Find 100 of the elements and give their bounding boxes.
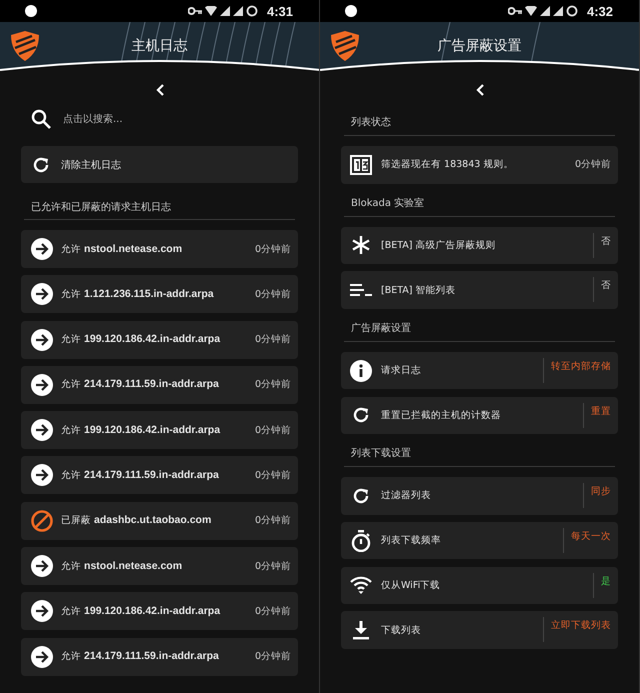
arrow-right-icon <box>31 555 53 578</box>
log-entry[interactable]: 允许 nstool.netease.com 0分钟前 <box>21 547 298 586</box>
log-time: 0分钟前 <box>254 333 291 346</box>
lines-icon <box>350 283 372 298</box>
log-entry[interactable]: 允许 214.179.111.59.in-addr.arpa 0分钟前 <box>21 366 298 404</box>
setting-value[interactable]: 同步 <box>583 483 611 508</box>
setting-label: 列表下载频率 <box>381 534 442 548</box>
shield-logo-icon <box>10 30 40 62</box>
settings-row[interactable]: [BETA] 高级广告屏蔽规则 否 <box>341 226 618 264</box>
ring-icon <box>246 5 258 17</box>
notification-dot-icon <box>25 5 37 17</box>
key-icon <box>508 7 522 15</box>
setting-value[interactable]: 是 <box>593 572 611 598</box>
update-time: 0分钟前 <box>574 158 611 172</box>
log-entry[interactable]: 已屏蔽 adashbc.ut.taobao.com 0分钟前 <box>21 502 298 540</box>
log-text: 允许 nstool.netease.com <box>61 560 184 573</box>
section-title: 列表状态 <box>350 116 392 130</box>
settings-row[interactable]: 下载列表 立即下载列表 <box>341 611 618 649</box>
arrow-right-icon <box>31 238 53 260</box>
settings-row[interactable]: 仅从WiFi下载 是 <box>341 566 618 604</box>
setting-value[interactable]: 否 <box>593 277 611 302</box>
log-entry[interactable]: 允许 214.179.111.59.in-addr.arpa 0分钟前 <box>21 638 298 676</box>
clock-time: 4:31 <box>266 4 293 18</box>
log-text: 允许 199.120.186.42.in-addr.arpa <box>61 604 222 618</box>
wifi-icon <box>524 6 537 16</box>
setting-value[interactable]: 转至内部存储 <box>543 358 611 383</box>
arrow-right-icon <box>31 283 53 306</box>
setting-label: [BETA] 智能列表 <box>381 284 457 297</box>
arrow-right-icon <box>31 328 53 351</box>
arrow-right-icon <box>31 600 53 622</box>
log-text: 允许 214.179.111.59.in-addr.arpa <box>61 468 220 482</box>
log-time: 0分钟前 <box>254 378 291 392</box>
setting-label: 过滤器列表 <box>381 489 432 502</box>
log-time: 0分钟前 <box>254 650 291 664</box>
search-field[interactable]: 点击以搜索... <box>61 112 265 126</box>
arrow-right-icon <box>31 374 53 396</box>
settings-row[interactable]: [BETA] 智能列表 否 <box>341 271 618 309</box>
log-entry[interactable]: 允许 199.120.186.42.in-addr.arpa 0分钟前 <box>21 411 298 450</box>
log-entry[interactable]: 允许 1.121.236.115.in-addr.arpa 0分钟前 <box>21 275 298 314</box>
log-entry[interactable]: 允许 199.120.186.42.in-addr.arpa 0分钟前 <box>21 592 298 630</box>
log-text: 允许 214.179.111.59.in-addr.arpa <box>61 378 220 392</box>
chevron-left-icon <box>156 84 164 96</box>
section-title: Blokada 实验室 <box>350 196 426 210</box>
log-time: 0分钟前 <box>254 560 291 573</box>
setting-value[interactable]: 每天一次 <box>563 528 611 553</box>
setting-value[interactable]: 重置 <box>583 402 611 428</box>
signal-icon <box>220 6 230 16</box>
settings-row[interactable]: 重置已拦截的主机的计数器 重置 <box>341 396 618 434</box>
clear-log-button[interactable]: 清除主机日志 <box>21 146 298 183</box>
setting-label: [BETA] 高级广告屏蔽规则 <box>381 238 497 252</box>
key-icon <box>188 7 202 15</box>
arrow-right-icon <box>31 419 53 442</box>
stopwatch-icon <box>351 530 371 552</box>
log-text: 允许 nstool.netease.com <box>61 242 184 256</box>
download-icon <box>352 620 370 640</box>
wifi-icon <box>349 576 373 594</box>
log-text: 允许 199.120.186.42.in-addr.arpa <box>61 333 222 346</box>
wifi-icon <box>204 6 217 16</box>
signal-icon <box>232 6 243 16</box>
setting-label: 筛选器现在有 183843 规则。 <box>381 158 514 172</box>
section-title: 已允许和已屏蔽的请求主机日志 <box>30 200 172 215</box>
clock-time: 4:32 <box>586 4 613 18</box>
screen-title: 广告屏蔽设置 <box>438 36 522 54</box>
log-time: 0分钟前 <box>254 514 291 528</box>
setting-value[interactable]: 立即下载列表 <box>543 617 611 642</box>
signal-icon <box>540 6 550 16</box>
section-title: 广告屏蔽设置 <box>350 322 412 336</box>
log-time: 0分钟前 <box>254 424 291 437</box>
setting-label: 请求日志 <box>381 364 422 378</box>
settings-row[interactable]: 请求日志 转至内部存储 <box>341 352 618 390</box>
log-time: 0分钟前 <box>254 604 291 618</box>
settings-row[interactable]: 筛选器现在有 183843 规则。 0分钟前 <box>341 146 618 184</box>
counter-icon <box>350 154 372 175</box>
info-icon <box>350 360 372 382</box>
setting-value[interactable]: 否 <box>593 232 611 258</box>
chevron-left-icon <box>476 84 484 96</box>
settings-row[interactable]: 过滤器列表 同步 <box>341 477 618 515</box>
log-time: 0分钟前 <box>254 468 291 482</box>
shield-logo-icon <box>330 30 360 62</box>
log-time: 0分钟前 <box>254 288 291 301</box>
setting-label: 下载列表 <box>381 624 422 637</box>
screen-title: 主机日志 <box>132 36 188 54</box>
log-entry[interactable]: 允许 214.179.111.59.in-addr.arpa 0分钟前 <box>21 456 298 494</box>
log-text: 已屏蔽 adashbc.ut.taobao.com <box>61 514 212 528</box>
log-text: 允许 214.179.111.59.in-addr.arpa <box>61 650 220 664</box>
arrow-right-icon <box>31 464 53 486</box>
log-text: 允许 199.120.186.42.in-addr.arpa <box>61 424 222 437</box>
section-title: 列表下载设置 <box>350 446 412 462</box>
blocked-icon <box>31 510 53 532</box>
search-icon <box>31 109 51 129</box>
log-entry[interactable]: 允许 nstool.netease.com 0分钟前 <box>21 230 298 268</box>
arrow-right-icon <box>31 646 53 668</box>
signal-icon <box>552 6 563 16</box>
asterisk-icon <box>351 235 371 256</box>
log-time: 0分钟前 <box>254 242 291 256</box>
setting-label: 重置已拦截的主机的计数器 <box>381 408 502 422</box>
log-entry[interactable]: 允许 199.120.186.42.in-addr.arpa 0分钟前 <box>21 320 298 359</box>
log-text: 允许 1.121.236.115.in-addr.arpa <box>61 288 215 301</box>
ring-icon <box>566 5 578 17</box>
settings-row[interactable]: 列表下载频率 每天一次 <box>341 522 618 560</box>
